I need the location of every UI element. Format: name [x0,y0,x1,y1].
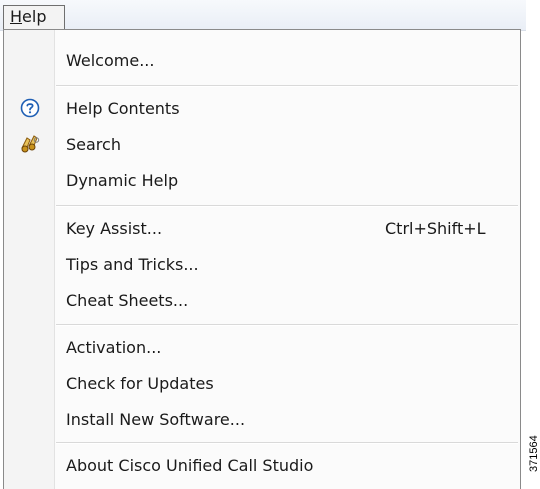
menu-item-cheat-sheets[interactable]: Cheat Sheets... [4,283,520,317]
help-dropdown-menu: Welcome... Help Contents Search Dynamic … [3,29,521,489]
menu-item-label: Check for Updates [66,374,214,393]
figure-id: 371564 [528,435,540,472]
menu-item-welcome[interactable]: Welcome... [4,43,520,77]
menu-separator [56,442,518,444]
menu-bar: Help [0,0,526,31]
menu-item-label: Install New Software... [66,410,246,429]
menu-item-about[interactable]: About Cisco Unified Call Studio [4,448,520,482]
menu-item-activation[interactable]: Activation... [4,330,520,364]
help-menu-mnemonic: H [10,7,23,26]
menu-item-label: Welcome... [66,51,155,70]
menu-separator [56,324,518,326]
help-circle-icon [20,98,40,118]
help-menu[interactable]: Help [3,5,65,29]
menu-separator [56,85,518,87]
menu-item-check-for-updates[interactable]: Check for Updates [4,366,520,400]
menu-item-label: Cheat Sheets... [66,291,189,310]
menu-item-label: Key Assist... [66,219,163,238]
help-menu-label: elp [22,7,47,26]
menu-item-shortcut: Ctrl+Shift+L [385,219,486,238]
menu-separator [56,205,518,207]
menu-item-label: Dynamic Help [66,171,179,190]
menu-item-tips-and-tricks[interactable]: Tips and Tricks... [4,247,520,281]
search-binoculars-icon [20,134,40,154]
menu-item-help-contents[interactable]: Help Contents [4,91,520,125]
menu-item-label: Tips and Tricks... [66,255,199,274]
menu-item-dynamic-help[interactable]: Dynamic Help [4,163,520,197]
menu-item-label: Activation... [66,338,162,357]
menu-item-label: About Cisco Unified Call Studio [66,456,314,475]
menu-item-label: Search [66,135,121,154]
menu-item-search[interactable]: Search [4,127,520,161]
menu-item-label: Help Contents [66,99,180,118]
menu-item-install-new-software[interactable]: Install New Software... [4,402,520,436]
menu-item-key-assist[interactable]: Key Assist... Ctrl+Shift+L [4,211,520,245]
